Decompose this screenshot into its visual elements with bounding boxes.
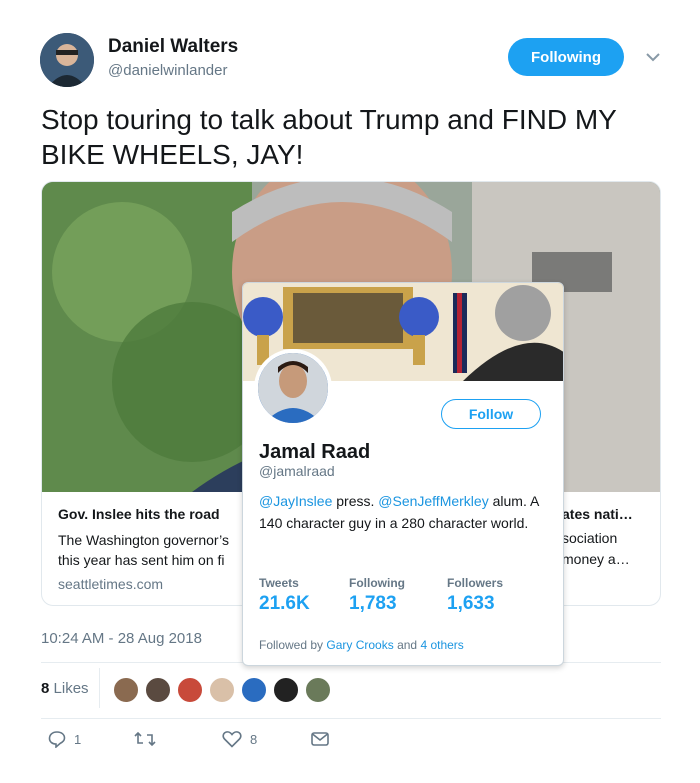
profile-name[interactable]: Jamal Raad — [259, 441, 370, 464]
card-title[interactable]: Gov. Inslee hits the road — [58, 506, 220, 522]
likes-count[interactable]: 8 Likes — [41, 680, 89, 697]
retweet-icon — [134, 731, 156, 747]
followed-by-mid: and — [393, 638, 421, 652]
followed-by-name-link[interactable]: Gary Crooks — [326, 638, 393, 652]
stat-followers-label[interactable]: Followers — [447, 576, 503, 590]
card-domain: seattletimes.com — [58, 576, 164, 592]
stat-following-value[interactable]: 1,783 — [349, 593, 397, 615]
liker-avatar[interactable] — [305, 677, 331, 703]
chevron-down-icon[interactable] — [645, 50, 661, 62]
divider — [41, 718, 661, 719]
stat-following-label[interactable]: Following — [349, 576, 405, 590]
liker-avatar[interactable] — [113, 677, 139, 703]
author-name[interactable]: Daniel Walters — [108, 36, 238, 58]
following-button[interactable]: Following — [508, 38, 624, 76]
bio-text: press. — [332, 493, 379, 509]
liker-avatar[interactable] — [241, 677, 267, 703]
likes-word: Likes — [53, 680, 89, 697]
likes-number: 8 — [41, 680, 50, 697]
like-count: 8 — [250, 731, 258, 747]
tweet-timestamp[interactable]: 10:24 AM - 28 Aug 2018 — [41, 630, 202, 647]
profile-handle[interactable]: @jamalraad — [259, 463, 335, 479]
bio-mention-link[interactable]: @JayInslee — [259, 493, 332, 509]
author-handle[interactable]: @danielwinlander — [108, 62, 227, 79]
reply-icon — [48, 731, 66, 748]
liker-avatar[interactable] — [209, 677, 235, 703]
card-description-tail2: money a… — [562, 551, 630, 567]
message-button[interactable] — [310, 730, 330, 748]
profile-avatar[interactable] — [254, 349, 332, 427]
liker-avatar[interactable] — [145, 677, 171, 703]
like-button[interactable]: 8 — [222, 730, 257, 748]
liker-avatar[interactable] — [273, 677, 299, 703]
author-avatar[interactable] — [40, 33, 94, 87]
divider — [99, 668, 100, 708]
liker-avatar[interactable] — [177, 677, 203, 703]
stat-followers-value[interactable]: 1,633 — [447, 593, 495, 615]
stat-tweets-label[interactable]: Tweets — [259, 576, 299, 590]
envelope-icon — [311, 732, 329, 746]
retweet-button[interactable] — [134, 730, 164, 748]
stat-tweets-value[interactable]: 21.6K — [259, 593, 310, 615]
followed-by-text: Followed by Gary Crooks and 4 others — [259, 638, 464, 652]
reply-count: 1 — [74, 731, 82, 747]
tweet-text: Stop touring to talk about Trump and FIN… — [41, 104, 617, 170]
follow-button[interactable]: Follow — [441, 399, 541, 429]
profile-hovercard[interactable]: Follow Jamal Raad @jamalraad @JayInslee … — [242, 282, 564, 666]
reply-button[interactable]: 1 — [48, 730, 81, 748]
followed-by-others-link[interactable]: 4 others — [420, 638, 463, 652]
card-description-tail1: sociation — [562, 530, 618, 546]
bio-mention-link[interactable]: @SenJeffMerkley — [378, 493, 488, 509]
profile-bio: @JayInslee press. @SenJeffMerkley alum. … — [259, 490, 554, 534]
heart-icon — [222, 731, 242, 748]
followed-by-prefix: Followed by — [259, 638, 327, 652]
card-title-tail[interactable]: ates nati… — [562, 506, 633, 522]
